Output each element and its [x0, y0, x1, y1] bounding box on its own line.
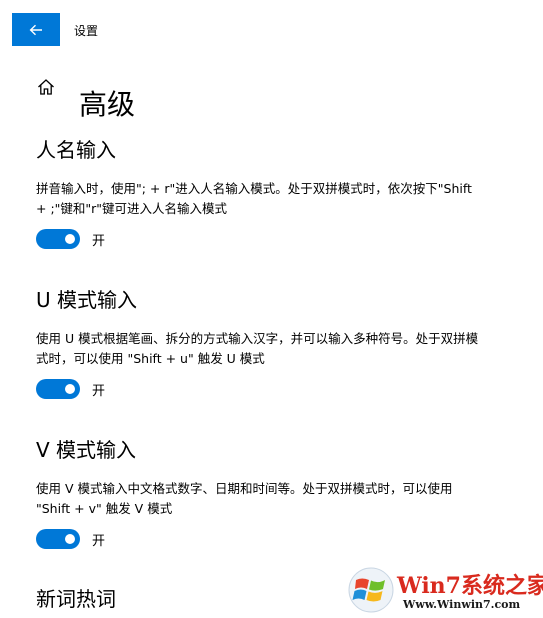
- watermark-brand: Win7系统之家: [397, 573, 543, 599]
- toggle-knob: [65, 534, 75, 544]
- home-icon[interactable]: [36, 77, 56, 97]
- toggle-row: 开: [36, 379, 496, 399]
- toggle-label: 开: [92, 383, 106, 399]
- back-button[interactable]: [12, 13, 60, 46]
- section-description: 拼音输入时，使用"; + r"进入人名输入模式。处于双拼模式时，依次按下"Shi…: [36, 181, 472, 216]
- section-title: V 模式输入: [36, 438, 137, 462]
- toggle-row: 开: [36, 229, 496, 249]
- toggle-label: 开: [92, 233, 106, 249]
- section-v-mode: V 模式输入 使用 V 模式输入中文格式数字、日期和时间等。处于双拼模式时，可以…: [36, 437, 496, 549]
- section-u-mode: U 模式输入 使用 U 模式根据笔画、拆分的方式输入汉字，并可以输入多种符号。处…: [36, 287, 496, 399]
- section-description: 使用 V 模式输入中文格式数字、日期和时间等。处于双拼模式时，可以使用 "Shi…: [36, 481, 453, 516]
- toggle-label: 开: [92, 533, 106, 549]
- watermark-url: Www.Winwin7.com: [403, 598, 521, 611]
- section-description: 使用 U 模式根据笔画、拆分的方式输入汉字，并可以输入多种符号。处于双拼模式时，…: [36, 331, 479, 366]
- window-title: 设置: [74, 24, 99, 38]
- section-title: U 模式输入: [36, 288, 137, 312]
- section-name-input: 人名输入 拼音输入时，使用"; + r"进入人名输入模式。处于双拼模式时，依次按…: [36, 137, 496, 249]
- toggle-knob: [65, 384, 75, 394]
- section-title: 人名输入: [36, 138, 116, 162]
- toggle-knob: [65, 234, 75, 244]
- name-input-toggle[interactable]: [36, 229, 80, 249]
- toggle-row: 开: [36, 529, 496, 549]
- settings-page: 设置 高级 人名输入 拼音输入时，使用"; + r"进入人名输入模式。处于双拼模…: [0, 0, 543, 618]
- title-bar: 设置: [0, 0, 543, 60]
- windows-logo-icon: [348, 567, 394, 613]
- page-title: 高级: [79, 87, 136, 121]
- watermark: Win7系统之家 Www.Winwin7.com: [343, 560, 543, 618]
- back-arrow-icon: [29, 24, 42, 35]
- v-mode-toggle[interactable]: [36, 529, 80, 549]
- u-mode-toggle[interactable]: [36, 379, 80, 399]
